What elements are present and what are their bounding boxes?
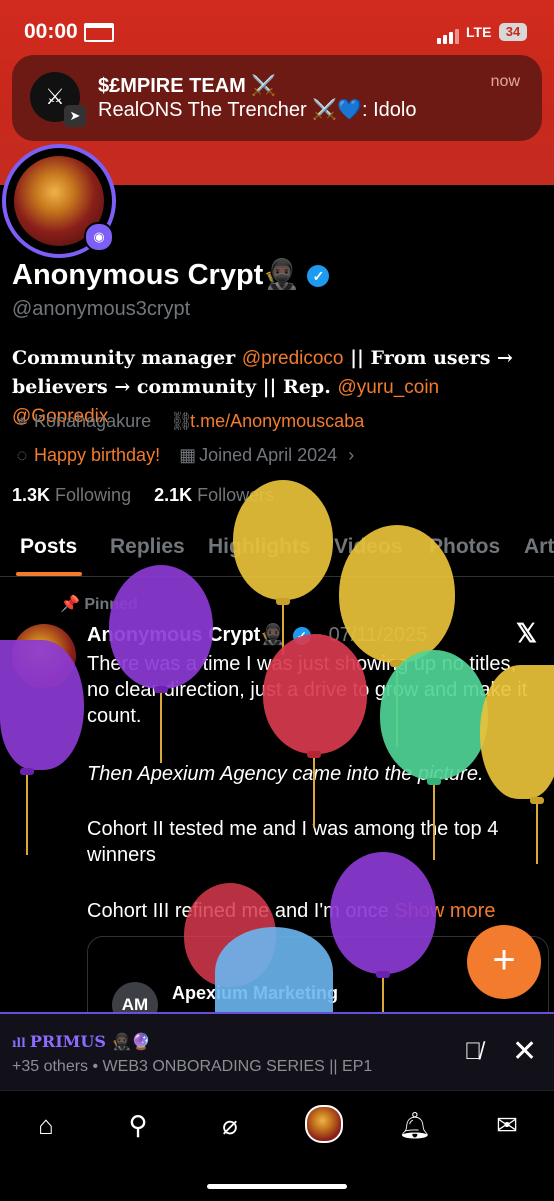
balloon-icon	[380, 650, 488, 780]
verified-icon: ✓	[307, 265, 330, 288]
search-icon[interactable]: ⚲	[120, 1107, 156, 1143]
chevron-right-icon[interactable]: ›	[348, 445, 354, 465]
balloon-knot	[376, 971, 390, 978]
notification-body: RealONS The Trencher ⚔️💙: Idolo	[98, 99, 417, 121]
notification-title: $£MPIRE TEAM ⚔️	[98, 75, 277, 97]
balloon-icon	[0, 640, 84, 770]
balloon-icon	[109, 565, 213, 689]
balloon-string	[433, 785, 435, 860]
joined-text: Joined April 2024	[199, 445, 338, 465]
pin-icon: 📌	[60, 596, 80, 613]
compose-button[interactable]: +	[467, 925, 541, 999]
balloon-icon	[480, 665, 554, 799]
balloon-knot	[530, 797, 544, 804]
balloon-icon	[233, 480, 333, 600]
balloon-knot	[154, 686, 168, 693]
balloon-knot	[276, 598, 290, 605]
profile-meta-row: ⌖ Konahagakure ⛓t.me/Anonymouscaba	[14, 411, 364, 432]
signal-icon	[437, 26, 461, 44]
tab-posts[interactable]: Posts	[20, 535, 77, 559]
profile-nav-avatar[interactable]	[305, 1105, 343, 1143]
mic-muted-icon[interactable]: 🎙̸	[458, 1038, 488, 1068]
notifications-bell-icon[interactable]: 🔔︎	[397, 1107, 433, 1143]
active-tab-indicator	[16, 572, 82, 576]
link-icon: ⛓	[170, 411, 193, 431]
home-icon[interactable]: ⌂	[28, 1107, 64, 1143]
balloon-string	[26, 775, 28, 855]
balloon-icon	[339, 525, 455, 663]
space-subtitle: +35 others • WEB3 ONBORADING SERIES || E…	[12, 1058, 373, 1075]
telegram-icon: ➤	[64, 105, 86, 127]
balloon-knot	[20, 768, 34, 775]
bio-link-predicoco[interactable]: @predicoco	[242, 348, 344, 369]
x-logo-icon: 𝕏	[516, 618, 537, 648]
close-icon[interactable]: ✕	[512, 1034, 537, 1069]
balloon-string	[160, 693, 162, 763]
balloon-icon	[330, 852, 436, 974]
balloon-icon	[215, 927, 333, 1017]
balloon-knot	[427, 778, 441, 785]
push-notification[interactable]: ⚔ ➤ $£MPIRE TEAM ⚔️ RealONS The Trencher…	[12, 55, 542, 141]
balloon-icon	[263, 634, 367, 754]
sleep-icon	[83, 22, 114, 42]
space-title: ıll PRIMUS 🥷🏿🔮	[12, 1032, 152, 1051]
balloon-knot	[307, 751, 321, 758]
status-time: 00:00	[24, 20, 114, 44]
bio-link-yuru[interactable]: @yuru_coin	[337, 377, 439, 398]
post-paragraph: Cohort III refined me and I'm once Show …	[87, 900, 496, 922]
notification-time: now	[490, 73, 520, 90]
balloon-string	[382, 978, 384, 1013]
following-link[interactable]: 1.3K Following	[12, 485, 131, 505]
network-label: LTE	[466, 24, 492, 40]
tab-replies[interactable]: Replies	[110, 535, 185, 559]
spaces-badge-icon: ◉	[84, 222, 114, 252]
location-icon: ⌖	[16, 411, 28, 431]
balloon-string	[313, 758, 315, 828]
spaces-bar[interactable]: ıll PRIMUS 🥷🏿🔮 +35 others • WEB3 ONBORAD…	[0, 1012, 554, 1090]
profile-link[interactable]: t.me/Anonymouscaba	[190, 411, 364, 431]
balloon-string	[536, 804, 538, 864]
birthday-text: Happy birthday!	[34, 445, 161, 465]
grok-icon[interactable]: ⌀	[212, 1107, 248, 1143]
home-indicator	[207, 1184, 347, 1189]
balloon-icon: ◌	[16, 445, 28, 465]
profile-handle: @anonymous3crypt	[12, 298, 191, 320]
location-text: Konahagakure	[34, 411, 152, 431]
tab-articles[interactable]: Art	[524, 535, 554, 559]
profile-name: Anonymous Crypt🥷🏿 ✓	[12, 258, 330, 292]
messages-envelope-icon[interactable]: ✉	[489, 1107, 525, 1143]
calendar-icon: ▦	[179, 445, 197, 465]
battery-icon: 34	[499, 23, 527, 41]
post-paragraph: Cohort II tested me and I was among the …	[87, 818, 499, 866]
follow-stats: 1.3K Following 2.1K Followers	[12, 485, 274, 506]
profile-meta-row-2: ◌ Happy birthday! ▦ Joined April 2024 ›	[14, 445, 355, 466]
audio-bars-icon: ıll	[12, 1036, 30, 1050]
